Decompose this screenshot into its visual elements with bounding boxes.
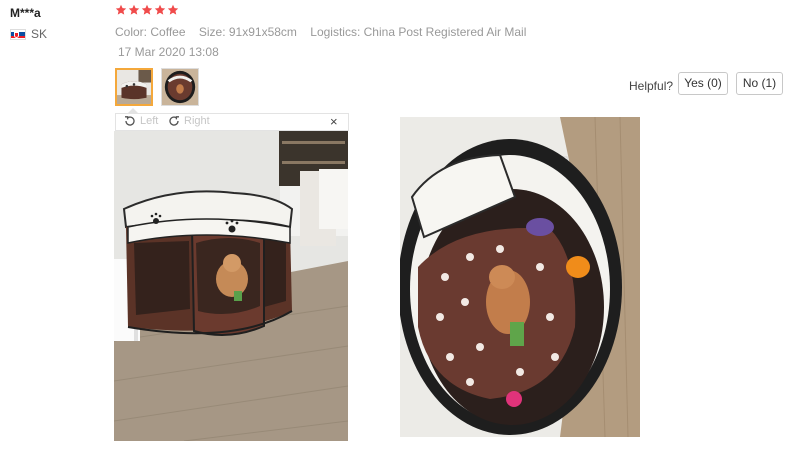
size-label: Size: <box>198 25 226 39</box>
reviewer-name: M***a <box>10 6 41 20</box>
star-rating <box>115 4 179 16</box>
color-label: Color: <box>115 25 148 39</box>
rotate-right-button[interactable]: Right <box>168 115 210 127</box>
image-viewer-toolbar: Left Right × <box>115 113 349 131</box>
size-value: 91x91x58cm <box>228 25 297 39</box>
star-icon <box>128 4 140 16</box>
close-viewer-button[interactable]: × <box>330 114 338 129</box>
slovakia-flag-icon <box>10 28 26 40</box>
order-attributes: Color: Coffee Size: 91x91x58cm Logistics… <box>115 25 536 39</box>
rotate-left-label: Left <box>140 115 159 127</box>
helpful-no-button[interactable]: No (1) <box>736 72 783 95</box>
review-photo-1 <box>114 131 348 441</box>
star-icon <box>167 4 179 16</box>
helpful-yes-button[interactable]: Yes (0) <box>678 72 728 95</box>
rotate-right-icon <box>168 115 180 127</box>
rotate-left-icon <box>124 115 136 127</box>
reviewer-country: SK <box>10 27 47 41</box>
country-code: SK <box>31 27 48 41</box>
review-photo-thumb-2[interactable] <box>161 68 199 106</box>
color-value: Coffee <box>150 25 186 39</box>
star-icon <box>141 4 153 16</box>
review-photo-2 <box>400 117 640 437</box>
helpful-label: Helpful? <box>629 79 674 93</box>
review-photo-thumb-1[interactable] <box>115 68 153 106</box>
rotate-right-label: Right <box>184 115 210 127</box>
rotate-left-button[interactable]: Left <box>124 115 158 127</box>
star-icon <box>154 4 166 16</box>
logistics-label: Logistics: <box>310 25 361 39</box>
logistics-value: China Post Registered Air Mail <box>363 25 527 39</box>
review-date: 17 Mar 2020 13:08 <box>118 45 219 59</box>
star-icon <box>115 4 127 16</box>
